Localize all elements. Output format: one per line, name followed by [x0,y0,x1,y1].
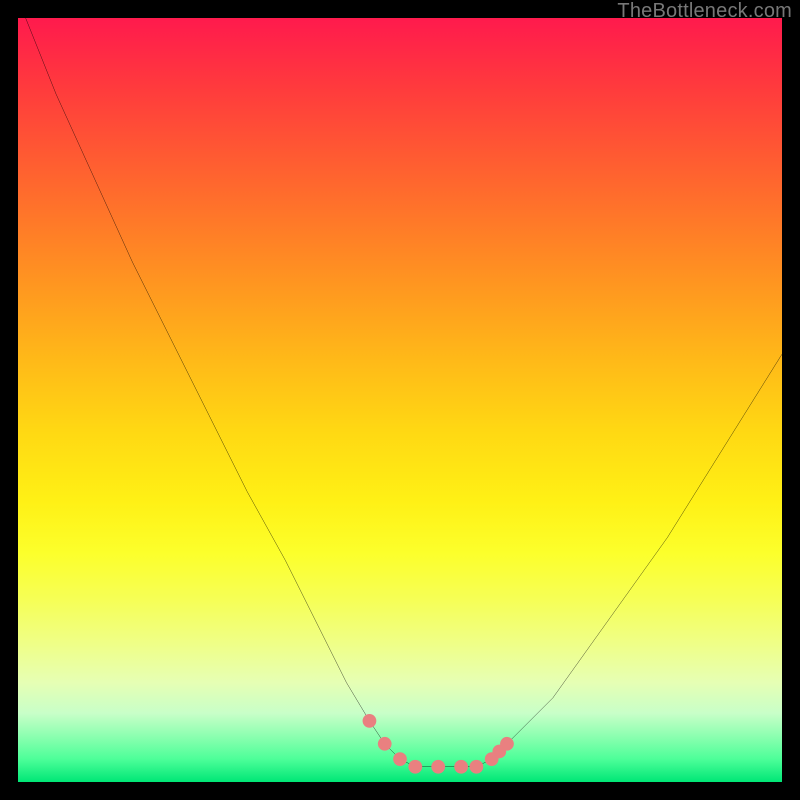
fit-marker [378,737,392,751]
fit-marker [470,760,484,774]
fit-marker-group [363,714,514,774]
fit-marker [500,737,514,751]
fit-marker [431,760,445,774]
chart-frame: TheBottleneck.com [0,0,800,800]
fit-marker [408,760,422,774]
bottleneck-curve-line [26,18,782,767]
plot-area [18,18,782,782]
curve-layer [18,18,782,782]
fit-marker [393,752,407,766]
fit-marker [454,760,468,774]
watermark-text: TheBottleneck.com [617,0,792,23]
fit-marker [363,714,377,728]
